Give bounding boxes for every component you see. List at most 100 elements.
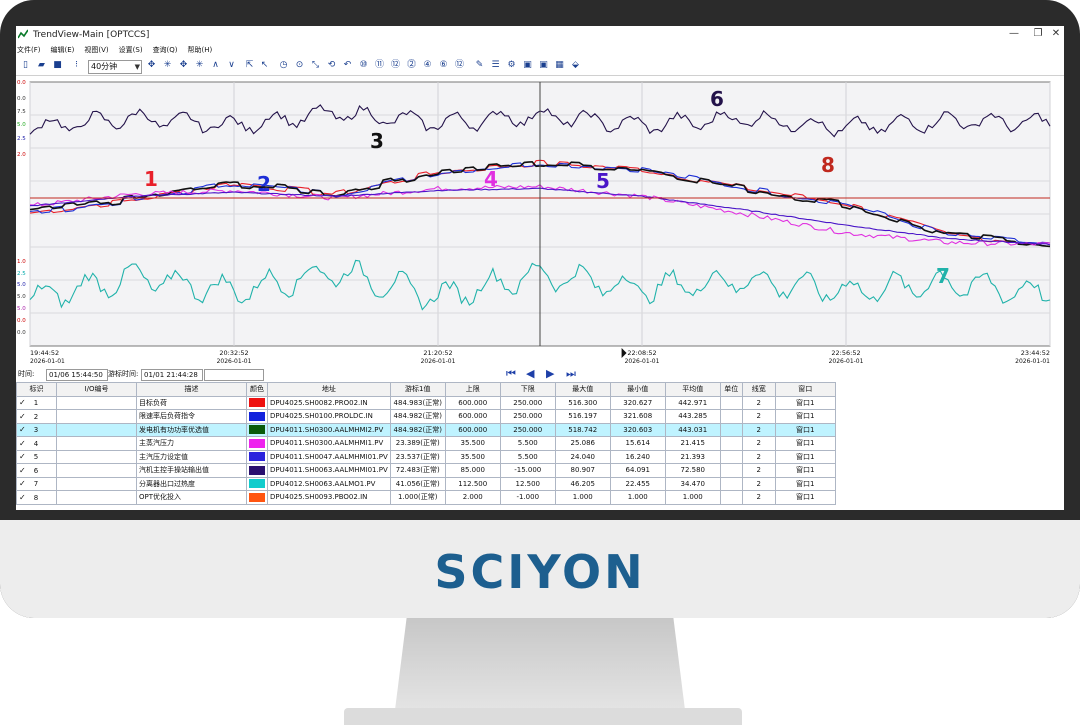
shrink-horizontal-icon[interactable]: ✳: [162, 60, 173, 71]
col-lo-header[interactable]: 下限: [499, 382, 556, 397]
minimize-button[interactable]: —: [1004, 28, 1024, 39]
number-twelve-b-icon[interactable]: ⑫: [454, 60, 465, 71]
last-page-icon[interactable]: ⏭: [566, 367, 576, 381]
menu-edit[interactable]: 编辑(E): [51, 44, 75, 57]
series-label-6: 6: [710, 87, 724, 111]
color-swatch[interactable]: [249, 465, 265, 475]
col-window-header[interactable]: 窗口: [774, 382, 836, 397]
color-swatch[interactable]: [249, 452, 265, 462]
row-id-cell[interactable]: ✓ 6: [16, 463, 57, 478]
checkbox-icon[interactable]: ✓: [19, 412, 26, 421]
database-icon[interactable]: ☰: [490, 60, 501, 71]
fill-color-icon[interactable]: ⬙: [570, 60, 581, 71]
menu-file[interactable]: 文件(F): [17, 44, 41, 57]
menu-query[interactable]: 查询(Q): [153, 44, 178, 57]
table-row[interactable]: ✓ 6 汽机主控手操站输出值 DPU4011.SH0063.AALMHMI01.PV 7…: [16, 463, 836, 478]
color-swatch[interactable]: [249, 438, 265, 448]
extra-time-field[interactable]: [204, 369, 264, 381]
cell-avg: 1.000: [664, 490, 721, 505]
zoom-vertical-icon[interactable]: ✥: [178, 60, 189, 71]
new-file-icon[interactable]: ▯: [20, 60, 31, 71]
list-icon[interactable]: ⁝: [71, 60, 82, 71]
row-id-cell[interactable]: ✓ 2: [16, 409, 57, 424]
select-area-icon[interactable]: ⇱: [244, 60, 255, 71]
color-swatch[interactable]: [249, 479, 265, 489]
pointer-icon[interactable]: ↖: [259, 60, 270, 71]
number-four-icon[interactable]: ④: [422, 60, 433, 71]
checkbox-icon[interactable]: ✓: [19, 493, 26, 502]
open-folder-icon[interactable]: ▰: [36, 60, 47, 71]
chevron-down-icon[interactable]: ∨: [226, 60, 237, 71]
start-time-field[interactable]: 01/06 15:44:50: [46, 369, 108, 381]
next-page-icon[interactable]: ▶: [546, 367, 554, 381]
number-eleven-icon[interactable]: ⑪: [374, 60, 385, 71]
number-two-icon[interactable]: ⓶: [406, 60, 417, 71]
col-max-header[interactable]: 最大值: [554, 382, 611, 397]
checkbox-icon[interactable]: ✓: [19, 466, 26, 475]
fit-icon[interactable]: ⤡: [310, 60, 321, 71]
row-id-cell[interactable]: ✓ 1: [16, 395, 57, 410]
table-row[interactable]: ✓ 4 主蒸汽压力 DPU4011.SH0300.AALMHMI1.PV 23.389(…: [16, 436, 836, 451]
row-id-cell[interactable]: ✓ 4: [16, 436, 57, 451]
col-hi-header[interactable]: 上限: [444, 382, 501, 397]
window-b-icon[interactable]: ▣: [538, 60, 549, 71]
table-row[interactable]: ✓ 7 分离器出口过热度 DPU4012.SH0063.AALMO1.PV 41.056…: [16, 476, 836, 491]
number-ten-icon[interactable]: ⑩: [358, 60, 369, 71]
chevron-up-icon[interactable]: ∧: [210, 60, 221, 71]
grid-icon[interactable]: ▦: [554, 60, 565, 71]
cursor-time-field[interactable]: 01/01 21:44:28: [141, 369, 203, 381]
cell-window: 窗口1: [774, 422, 836, 437]
refresh-icon[interactable]: ⟲: [326, 60, 337, 71]
col-avg-header[interactable]: 平均值: [664, 382, 721, 397]
clock-icon[interactable]: ◷: [278, 60, 289, 71]
number-six-icon[interactable]: ⑥: [438, 60, 449, 71]
settings-icon[interactable]: ⚙: [506, 60, 517, 71]
menu-help[interactable]: 帮助(H): [188, 44, 213, 57]
trend-app-icon: [18, 29, 28, 39]
checkbox-icon[interactable]: ✓: [19, 425, 26, 434]
table-row[interactable]: ✓ 3 发电机有功功率优选值 DPU4011.SH0300.AALMHMI2.PV 48…: [16, 422, 836, 437]
checkbox-icon[interactable]: ✓: [19, 398, 26, 407]
color-swatch[interactable]: [249, 411, 265, 421]
col-desc-header[interactable]: 描述: [136, 382, 247, 397]
checkbox-icon[interactable]: ✓: [19, 479, 26, 488]
close-button[interactable]: ✕: [1046, 28, 1064, 39]
checkbox-icon[interactable]: ✓: [19, 452, 26, 461]
col-io-header[interactable]: I/O编号: [56, 382, 137, 397]
row-id-cell[interactable]: ✓ 8: [16, 490, 57, 505]
first-page-icon[interactable]: ⏮: [506, 367, 516, 381]
color-swatch[interactable]: [249, 492, 265, 502]
col-width-header[interactable]: 线宽: [741, 382, 776, 397]
table-row[interactable]: ✓ 1 目标负荷 DPU4025.SH0082.PRO02.IN 484.983(正常)…: [16, 395, 836, 410]
prev-page-icon[interactable]: ◀: [526, 367, 534, 381]
table-row[interactable]: ✓ 2 限速率后负荷指令 DPU4025.SH0100.PROLDC.IN 484.98…: [16, 409, 836, 424]
target-icon[interactable]: ⊙: [294, 60, 305, 71]
col-address-header[interactable]: 地址: [267, 382, 391, 397]
row-id-cell[interactable]: ✓ 7: [16, 476, 57, 491]
window-icon[interactable]: ▣: [522, 60, 533, 71]
number-twelve-icon[interactable]: ⑫: [390, 60, 401, 71]
row-id-cell[interactable]: ✓ 3: [16, 422, 57, 437]
cell-avg: 442.971: [664, 395, 721, 410]
col-cursor-header[interactable]: 游标1值: [389, 382, 446, 397]
zoom-horizontal-icon[interactable]: ✥: [146, 60, 157, 71]
col-id-header[interactable]: 标识: [16, 382, 57, 397]
pin-icon[interactable]: ✎: [474, 60, 485, 71]
table-row[interactable]: ✓ 5 主汽压力设定值 DPU4011.SH0047.AALMHMI01.PV 23.5…: [16, 449, 836, 464]
checkbox-icon[interactable]: ✓: [19, 439, 26, 448]
trend-chart[interactable]: 0.0 0.0 7.5 5.0 2.5 2.0 1.0 2.5 5.0 5.0 5.0 0.0 0.0 1…: [16, 78, 1064, 398]
col-color-header[interactable]: 颜色: [246, 382, 268, 397]
interval-select[interactable]: 40分钟 ▼: [88, 60, 142, 74]
col-min-header[interactable]: 最小值: [609, 382, 666, 397]
table-row[interactable]: ✓ 8 OPT优化投入 DPU4025.SH0093.PBO02.IN 1.000(正常…: [16, 490, 836, 505]
menu-view[interactable]: 视图(V): [84, 44, 108, 57]
save-icon[interactable]: ■: [52, 60, 63, 71]
color-swatch[interactable]: [249, 425, 265, 435]
col-unit-header[interactable]: 单位: [719, 382, 743, 397]
shrink-vertical-icon[interactable]: ✳: [194, 60, 205, 71]
restore-button[interactable]: ❐: [1028, 28, 1048, 39]
menu-settings[interactable]: 设置(S): [119, 44, 143, 57]
row-id-cell[interactable]: ✓ 5: [16, 449, 57, 464]
undo-icon[interactable]: ↶: [342, 60, 353, 71]
color-swatch[interactable]: [249, 398, 265, 408]
